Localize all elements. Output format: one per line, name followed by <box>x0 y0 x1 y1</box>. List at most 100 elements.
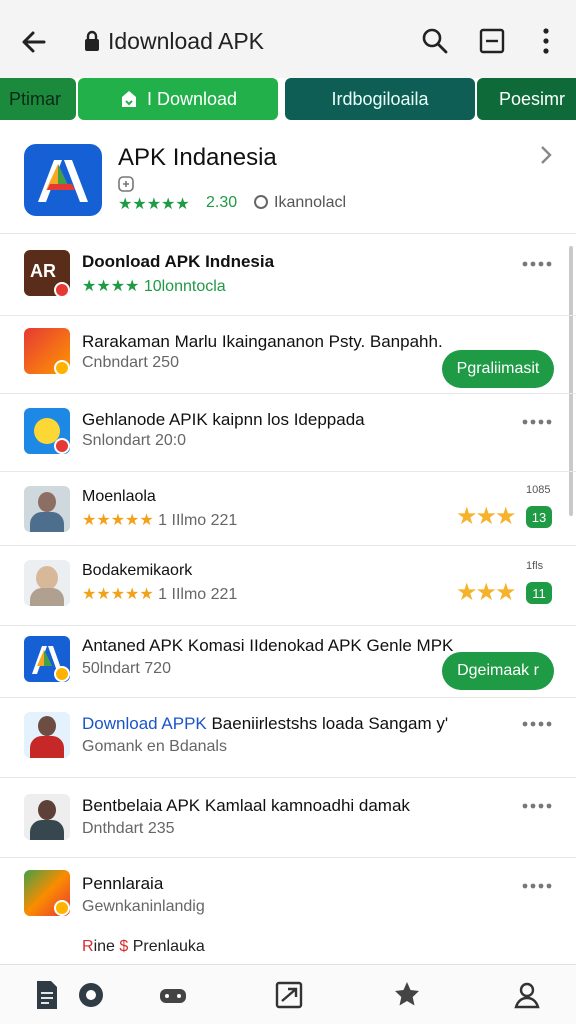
item-subtitle: Cnbndart 250 <box>82 354 179 371</box>
status-badge <box>54 666 70 682</box>
item-stars: ★★★★ <box>82 278 140 295</box>
star-icon[interactable] <box>392 979 422 1011</box>
item-title-link[interactable]: Download APPK <box>82 714 207 733</box>
tab-label: Irdbogiloaila <box>331 88 429 109</box>
status-badge <box>54 900 70 916</box>
lock-icon <box>85 30 99 51</box>
featured-app-card[interactable]: APK Indanesia ★★★★★ 2.30 Ikannolacl <box>0 130 576 234</box>
avatar-head <box>38 800 56 820</box>
list-item[interactable]: Rarakaman Marlu Ikaingananon Psty. Banpa… <box>0 316 576 394</box>
score-badge: 13 <box>526 506 552 528</box>
tab-label: Ptimar <box>8 88 61 109</box>
app-thumb-lettermark: AR <box>30 261 56 281</box>
item-subtitle: Gewnkaninlandig <box>82 898 205 915</box>
item-subtitle: ★★★★ 10lonntocla <box>82 276 226 296</box>
app-logo-icon <box>24 144 102 216</box>
tab-download[interactable]: I Download <box>78 78 278 120</box>
avatar <box>24 560 70 606</box>
chevron-right-icon[interactable] <box>536 144 556 166</box>
item-stars: ★★★★★ <box>82 586 154 603</box>
list-item[interactable]: Pennlaraia Gewnkaninlandig <box>0 858 576 938</box>
footer-label: Rine $ Prenlauka <box>82 938 205 956</box>
avatar-body <box>30 512 64 532</box>
more-horiz-icon[interactable] <box>522 802 552 810</box>
avatar-body <box>30 736 64 758</box>
tab-third[interactable]: Irdbogiloaila <box>285 78 475 120</box>
list-item[interactable]: Bentbelaia APK Kamlaal kamnoadhi damak D… <box>0 778 576 858</box>
clock-icon <box>254 195 268 209</box>
item-subtitle: Dnthdart 235 <box>82 820 175 837</box>
item-title: Bodakemikaork <box>82 562 193 579</box>
more-horiz-icon[interactable] <box>522 418 552 426</box>
rating-stars-large: ★★★ <box>456 579 517 606</box>
avatar-body <box>30 820 64 840</box>
games-icon[interactable] <box>158 979 188 1011</box>
footer-red-1: R <box>82 938 94 955</box>
install-button[interactable]: Pgraliimasit <box>442 350 554 388</box>
trending-icon[interactable] <box>274 979 304 1011</box>
score-badge: 11 <box>526 582 552 604</box>
search-icon[interactable] <box>420 26 450 56</box>
download-count-text: Ikannolacl <box>274 194 347 211</box>
item-sub-text: 1 IIlmo 221 <box>158 512 238 529</box>
more-horiz-icon[interactable] <box>522 882 552 890</box>
list-item[interactable]: Download APPK Baeniirlestshs loada Sanga… <box>0 698 576 778</box>
account-icon[interactable] <box>512 979 542 1011</box>
avatar-head <box>36 566 58 590</box>
item-title: Gehlanode APIK kaipnn los Ideppada <box>82 410 365 429</box>
item-subtitle: ★★★★★ 1 IIlmo 221 <box>82 584 237 604</box>
item-title: Antaned APK Komasi IIdenokad APK Genle M… <box>82 636 454 655</box>
more-horiz-icon[interactable] <box>522 720 552 728</box>
avatar-head <box>38 492 56 512</box>
install-button[interactable]: Dgeimaak r <box>442 652 554 690</box>
back-arrow-icon[interactable] <box>18 26 50 58</box>
avatar-head <box>38 716 56 736</box>
list-item[interactable]: Antaned APK Komasi IIdenokad APK Genle M… <box>0 626 576 698</box>
bottom-navigation <box>0 964 576 1024</box>
item-subtitle: 50lndart 720 <box>82 660 171 677</box>
footer-rest: Prenlauka <box>128 938 205 955</box>
document-icon[interactable] <box>32 979 62 1011</box>
list-item[interactable]: Bodakemikaork ★★★★★ 1 IIlmo 221 1fls ★★★… <box>0 546 576 626</box>
item-title: Pennlaraia <box>82 874 164 893</box>
tab-primary[interactable]: Ptimar <box>0 78 76 120</box>
list-item[interactable]: Gehlanode APIK kaipnn los Ideppada Snlon… <box>0 394 576 472</box>
rating-stars-large: ★★★ <box>456 503 517 530</box>
avatar <box>24 794 70 840</box>
tab-label: I Download <box>146 88 238 109</box>
more-vert-icon[interactable] <box>535 26 557 56</box>
address-url[interactable]: Idownload APK <box>108 28 264 55</box>
item-title: Rarakaman Marlu Ikaingananon Psty. Banpa… <box>82 332 443 351</box>
avatar <box>24 712 70 758</box>
tabs-switcher-icon[interactable] <box>478 26 506 56</box>
footer-red-2: $ <box>119 938 129 955</box>
download-store-icon <box>121 91 136 107</box>
item-subtitle: Snlondart 20:0 <box>82 432 187 449</box>
status-badge <box>54 282 70 298</box>
item-title: Doonload APK Indnesia <box>82 252 275 271</box>
browser-top-bar: Idownload APK <box>0 0 576 78</box>
list-item[interactable]: Moenlaola ★★★★★ 1 IIlmo 221 1085 ★★★ 13 <box>0 472 576 546</box>
rating-stars: ★★★★★ <box>118 196 190 213</box>
item-stars: ★★★★★ <box>82 512 154 529</box>
item-sub-text: 10lonntocla <box>143 278 226 295</box>
app-title: APK Indanesia <box>118 144 277 171</box>
review-count: 1fls <box>526 560 544 572</box>
rating-value: 2.30 <box>206 194 238 211</box>
more-horiz-icon[interactable] <box>522 260 552 268</box>
category-tabs: Ptimar I Download Irdbogiloaila Poesimr <box>0 78 576 122</box>
tab-fourth[interactable]: Poesimr <box>477 78 576 120</box>
verified-icon <box>118 176 134 192</box>
item-subtitle: ★★★★★ 1 IIlmo 221 <box>82 510 237 530</box>
list-item[interactable]: AR Doonload APK Indnesia ★★★★ 10lonntocl… <box>0 236 576 316</box>
apps-icon[interactable] <box>76 979 106 1011</box>
download-count: Ikannolacl <box>254 194 346 212</box>
footer-mid: ine <box>93 938 120 955</box>
tab-label: Poesimr <box>498 88 565 109</box>
item-title: Download APPK Baeniirlestshs loada Sanga… <box>82 714 448 734</box>
status-badge <box>54 438 70 454</box>
item-title: Moenlaola <box>82 488 156 505</box>
item-title-rest: Baeniirlestshs loada Sangam y' <box>206 714 449 733</box>
item-sub-text: 1 IIlmo 221 <box>158 586 238 603</box>
status-badge <box>54 360 70 376</box>
